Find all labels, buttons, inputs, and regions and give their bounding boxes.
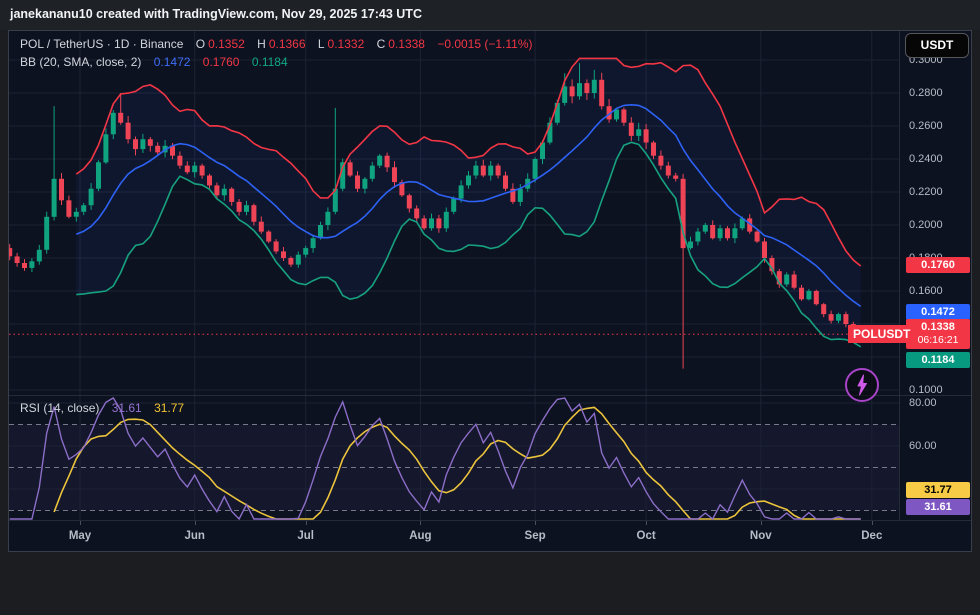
symbol-price-label: POLUSDT [848,325,915,343]
month-tick [420,521,421,525]
attribution-bar: janekananu10 created with TradingView.co… [0,0,980,30]
bb-basis-price-badge: 0.1472 [906,304,970,320]
month-tick [195,521,196,525]
bb-basis-value: 0.1472 [154,55,191,69]
open-label: O [196,37,205,51]
bb-upper-value: 0.1760 [203,55,240,69]
price-tick-label: 0.2000 [909,219,943,231]
last-price-badge: 0.1338 06:16:21 [906,319,970,349]
tradingview-screenshot: janekananu10 created with TradingView.co… [0,0,980,615]
currency-toggle-button[interactable]: USDT [905,33,969,58]
last-price-value: 0.1338 [906,321,970,334]
chart-widget: POL / TetherUS · 1D · Binance O0.1352 H0… [8,30,972,552]
month-label-may: May [69,530,91,542]
open-value: 0.1352 [208,37,245,51]
rsi-tick-label: 60.00 [909,440,937,452]
month-label-jul: Jul [297,530,314,542]
boost-lightning-button[interactable] [845,368,879,402]
price-pane[interactable] [9,31,899,395]
rsi-label: RSI (14, close) [20,401,99,415]
footer: TradingView [0,552,980,615]
symbol-title: POL / TetherUS · 1D · Binance [20,37,183,51]
symbol-legend[interactable]: POL / TetherUS · 1D · Binance O0.1352 H0… [20,37,536,51]
price-tick-label: 0.2400 [909,153,943,165]
bar-countdown: 06:16:21 [906,334,970,347]
close-label: C [377,37,386,51]
bb-legend[interactable]: BB (20, SMA, close, 2) 0.1472 0.1760 0.1… [20,55,291,69]
attribution-text: janekananu10 created with TradingView.co… [10,7,422,21]
bb-label: BB (20, SMA, close, 2) [20,55,141,69]
low-label: L [318,37,325,51]
month-tick [535,521,536,525]
lightning-icon [847,370,877,400]
rsi-ma-badge: 31.77 [906,482,970,498]
price-tick-label: 0.2600 [909,120,943,132]
month-tick [761,521,762,525]
low-value: 0.1332 [328,37,365,51]
rsi-value-badge: 31.61 [906,499,970,515]
close-value: 0.1338 [388,37,425,51]
month-label-jun: Jun [184,530,204,542]
price-tick-label: 0.1600 [909,285,943,297]
month-label-nov: Nov [750,530,772,542]
month-label-aug: Aug [409,530,431,542]
month-tick [80,521,81,525]
month-label-sep: Sep [525,530,546,542]
rsi-legend[interactable]: RSI (14, close) 31.61 31.77 [20,401,187,415]
bb-lower-price-badge: 0.1184 [906,352,970,368]
bb-lower-value: 0.1184 [252,55,288,69]
high-value: 0.1366 [269,37,306,51]
price-tick-label: 0.2200 [909,186,943,198]
price-tick-label: 0.1000 [909,384,943,396]
price-scale[interactable]: 0.30000.28000.26000.24000.22000.20000.18… [899,31,971,520]
rsi-ma-value: 31.77 [154,401,184,415]
month-label-dec: Dec [861,530,882,542]
month-tick [306,521,307,525]
time-axis[interactable]: May Jun Jul Aug Sep Oct Nov Dec [9,520,971,551]
price-tick-label: 0.2800 [909,87,943,99]
pane-divider[interactable] [9,395,971,396]
month-tick [646,521,647,525]
rsi-value: 31.61 [112,401,142,415]
bb-upper-price-badge: 0.1760 [906,257,970,273]
high-label: H [257,37,266,51]
change-value: −0.0015 (−1.11%) [437,37,532,51]
month-tick [872,521,873,525]
month-label-oct: Oct [637,530,656,542]
rsi-tick-label: 80.00 [909,397,937,409]
